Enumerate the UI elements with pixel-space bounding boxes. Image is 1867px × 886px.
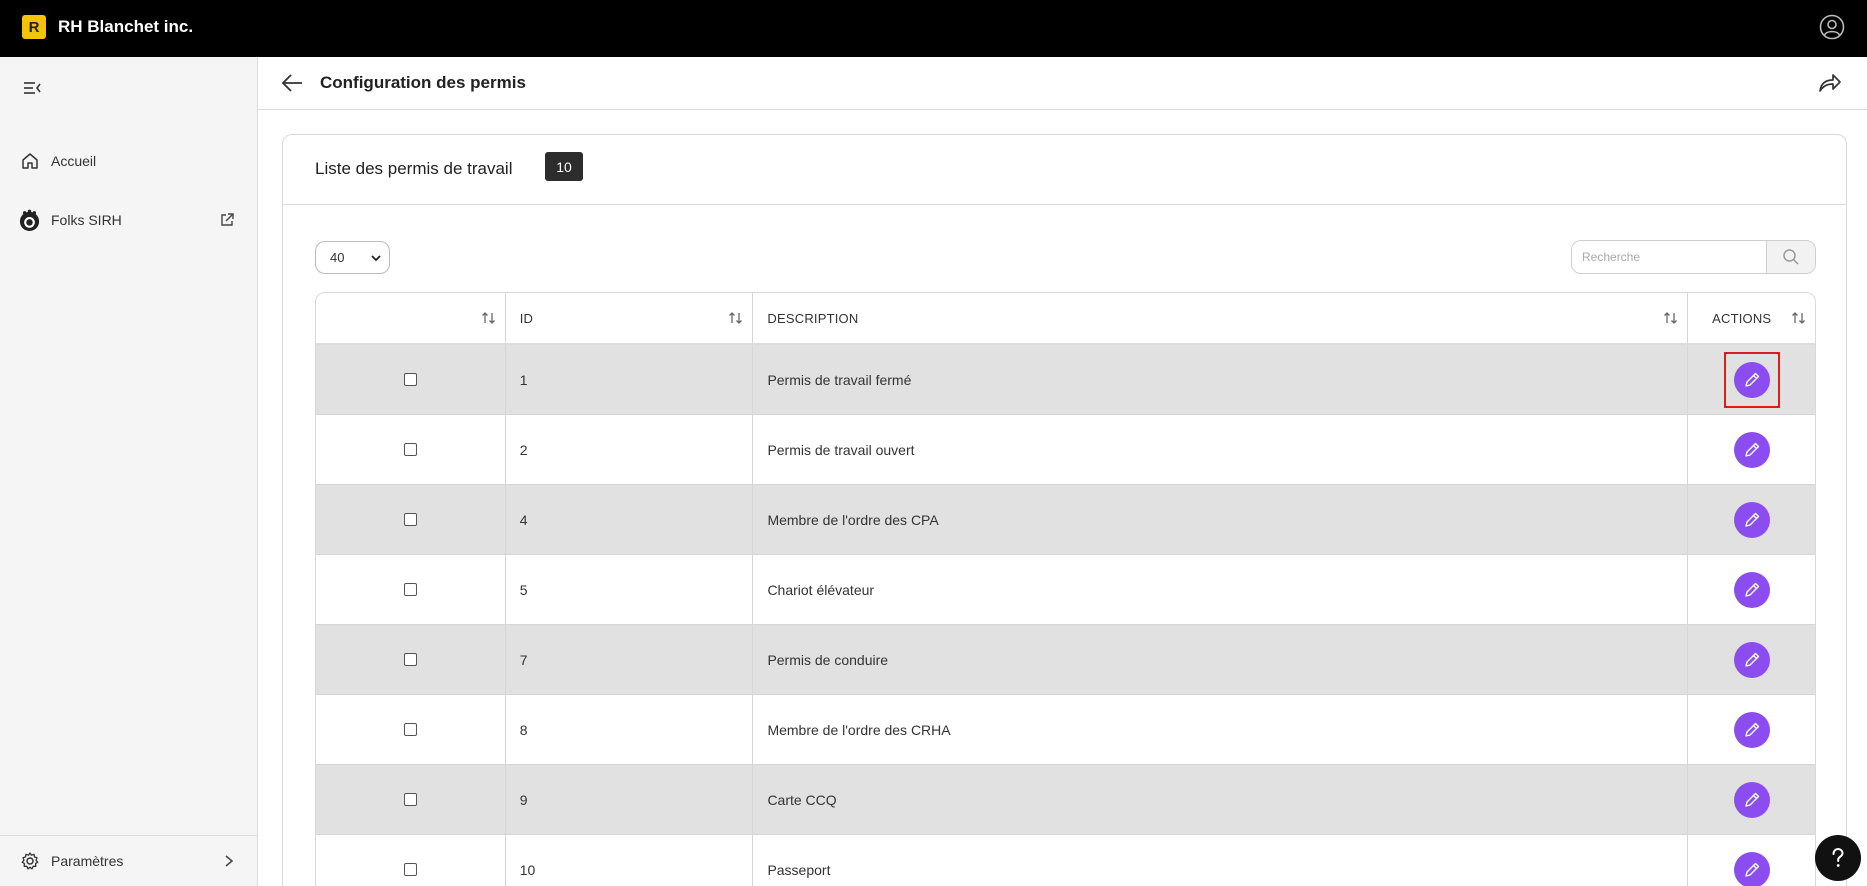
table-row: 1 Permis de travail fermé [316, 345, 1815, 415]
company-logo: R [22, 15, 46, 39]
row-id: 9 [506, 765, 754, 834]
column-header-actions[interactable]: ACTIONS [1688, 293, 1815, 343]
edit-button[interactable] [1733, 501, 1770, 538]
edit-button[interactable] [1733, 571, 1770, 608]
folks-icon [19, 209, 40, 231]
page-header: Configuration des permis [258, 57, 1867, 110]
column-header-label: ID [519, 310, 534, 326]
company-name: RH Blanchet inc. [58, 17, 194, 36]
highlight-box [1723, 351, 1780, 408]
row-id: 8 [506, 695, 754, 764]
column-header-label: ACTIONS [1712, 310, 1772, 326]
settings-label: Paramètres [51, 853, 124, 869]
row-checkbox[interactable] [403, 723, 417, 736]
row-description: Chariot élévateur [753, 555, 1689, 624]
row-id: 10 [506, 835, 754, 886]
column-header-id[interactable]: ID [506, 293, 754, 343]
sidebar-item-folks-sirh[interactable]: Folks SIRH [0, 200, 257, 240]
row-description: Permis de conduire [753, 625, 1689, 694]
pencil-icon [1744, 652, 1759, 667]
card-header: Liste des permis de travail 10 [283, 135, 1846, 205]
row-checkbox[interactable] [403, 583, 417, 596]
row-checkbox[interactable] [403, 863, 417, 876]
chevron-down-icon [371, 255, 381, 262]
row-checkbox[interactable] [403, 513, 417, 526]
count-badge: 10 [545, 152, 583, 181]
row-id: 7 [506, 625, 754, 694]
help-button[interactable] [1815, 835, 1861, 881]
table-row: 4 Membre de l'ordre des CPA [316, 485, 1815, 555]
sidebar-item-accueil[interactable]: Accueil [0, 141, 257, 181]
page-size-value: 40 [330, 250, 345, 265]
sidebar-item-label: Folks SIRH [51, 212, 122, 228]
edit-button[interactable] [1733, 641, 1770, 678]
home-icon [22, 153, 38, 169]
edit-button[interactable] [1733, 711, 1770, 748]
card-title: Liste des permis de travail [315, 159, 513, 178]
question-mark-icon [1832, 847, 1844, 867]
pencil-icon [1744, 792, 1759, 807]
permits-card: Liste des permis de travail 10 40 ID [282, 134, 1847, 886]
edit-button[interactable] [1733, 851, 1770, 886]
search-input[interactable] [1572, 241, 1768, 273]
search-box [1571, 240, 1816, 274]
table-row: 10 Passeport [316, 835, 1815, 886]
sidebar: Accueil Folks SIRH Paramètres [0, 57, 258, 886]
pencil-icon [1744, 582, 1759, 597]
top-bar: R RH Blanchet inc. [0, 0, 1867, 57]
search-button[interactable] [1767, 241, 1815, 273]
sort-icon[interactable] [1791, 310, 1807, 326]
edit-button[interactable] [1733, 361, 1770, 398]
search-icon [1783, 249, 1799, 265]
table-header: ID DESCRIPTION ACTIONS [316, 293, 1815, 345]
row-checkbox[interactable] [403, 793, 417, 806]
table-row: 2 Permis de travail ouvert [316, 415, 1815, 485]
column-header-label: DESCRIPTION [767, 310, 859, 326]
page-title: Configuration des permis [320, 73, 526, 92]
sidebar-item-parametres[interactable]: Paramètres [0, 835, 257, 886]
permits-table: ID DESCRIPTION ACTIONS 1 Permis de trava… [315, 292, 1816, 886]
external-link-icon [221, 213, 234, 226]
pencil-icon [1744, 372, 1759, 387]
row-description: Permis de travail ouvert [753, 415, 1689, 484]
table-row: 8 Membre de l'ordre des CRHA [316, 695, 1815, 765]
column-header-description[interactable]: DESCRIPTION [753, 293, 1689, 343]
row-id: 1 [506, 345, 754, 414]
edit-button[interactable] [1733, 781, 1770, 818]
sort-icon[interactable] [728, 310, 744, 326]
row-checkbox[interactable] [403, 653, 417, 666]
row-checkbox[interactable] [403, 373, 417, 386]
share-icon[interactable] [1817, 71, 1843, 95]
table-row: 7 Permis de conduire [316, 625, 1815, 695]
gear-icon [21, 852, 39, 870]
pencil-icon [1744, 442, 1759, 457]
table-row: 5 Chariot élévateur [316, 555, 1815, 625]
row-description: Passeport [753, 835, 1689, 886]
pencil-icon [1744, 862, 1759, 877]
row-id: 5 [506, 555, 754, 624]
sort-icon[interactable] [481, 310, 497, 326]
pencil-icon [1744, 512, 1759, 527]
page-size-select[interactable]: 40 [315, 241, 390, 274]
row-description: Carte CCQ [753, 765, 1689, 834]
user-account-icon[interactable] [1819, 14, 1845, 40]
edit-button[interactable] [1733, 431, 1770, 468]
sort-icon[interactable] [1663, 310, 1679, 326]
back-arrow-icon[interactable] [280, 72, 304, 94]
row-id: 2 [506, 415, 754, 484]
pencil-icon [1744, 722, 1759, 737]
row-description: Membre de l'ordre des CPA [753, 485, 1689, 554]
row-description: Permis de travail fermé [753, 345, 1689, 414]
collapse-menu-icon[interactable] [22, 79, 42, 97]
row-description: Membre de l'ordre des CRHA [753, 695, 1689, 764]
row-checkbox[interactable] [403, 443, 417, 456]
column-header-select[interactable] [316, 293, 506, 343]
table-row: 9 Carte CCQ [316, 765, 1815, 835]
sidebar-item-label: Accueil [51, 153, 97, 169]
chevron-right-icon [225, 855, 234, 867]
row-id: 4 [506, 485, 754, 554]
